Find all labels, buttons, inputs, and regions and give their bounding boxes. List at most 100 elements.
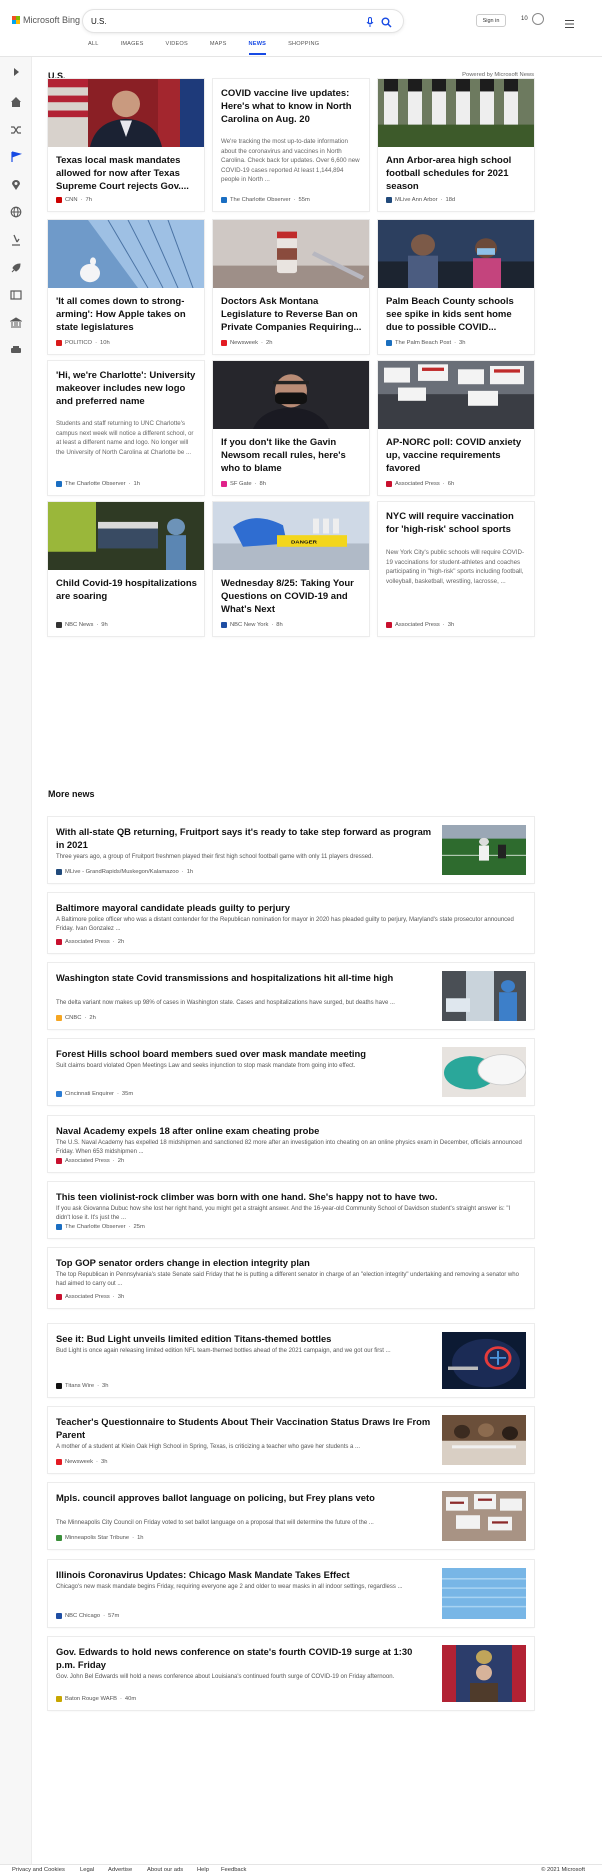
location-icon[interactable] (10, 178, 22, 190)
footer-link-legal[interactable]: Legal (80, 1867, 94, 1873)
story-card[interactable]: If you don't like the Gavin Newsom recal… (213, 361, 369, 495)
news-title[interactable]: Washington state Covid transmissions and… (56, 971, 432, 984)
story-image[interactable]: DANGER (213, 502, 369, 570)
story-title[interactable]: 'Hi, we're Charlotte': University makeov… (56, 369, 198, 408)
news-source[interactable]: CNBC · 2h (56, 1015, 96, 1021)
bing-logo[interactable]: Microsoft Bing (12, 15, 80, 25)
more-news-item[interactable]: Top GOP senator orders change in electio… (48, 1248, 534, 1308)
story-title[interactable]: NYC will require vaccination for 'high-r… (386, 510, 528, 536)
news-source[interactable]: Cincinnati Enquirer · 35m (56, 1091, 133, 1097)
more-news-item[interactable]: Forest Hills school board members sued o… (48, 1039, 534, 1105)
more-news-item[interactable]: See it: Bud Light unveils limited editio… (48, 1324, 534, 1397)
news-thumbnail[interactable] (442, 1491, 526, 1541)
story-card[interactable]: 'It all comes down to strong-arming': Ho… (48, 220, 204, 354)
story-source[interactable]: The Palm Beach Post · 3h (386, 340, 465, 346)
story-image[interactable] (378, 79, 534, 147)
tab-all[interactable]: ALL (88, 41, 99, 55)
news-source[interactable]: MLive - GrandRapids/Muskegon/Kalamazoo · 1… (56, 869, 193, 875)
tab-images[interactable]: IMAGES (121, 41, 144, 55)
expand-rail-icon[interactable] (10, 65, 22, 77)
story-card[interactable]: NYC will require vaccination for 'high-r… (378, 502, 534, 636)
footer-link-help[interactable]: Help (197, 1867, 209, 1873)
story-card[interactable]: DANGER Wednesday 8/25: Taking Your Questi… (213, 502, 369, 636)
story-image[interactable] (48, 220, 204, 289)
powered-by-label[interactable]: Powered by Microsoft News (462, 72, 534, 78)
story-image[interactable] (48, 502, 204, 570)
story-source[interactable]: MLive Ann Arbor · 18d (386, 197, 455, 203)
story-card[interactable]: Palm Beach County schools see spike in k… (378, 220, 534, 354)
tab-news[interactable]: NEWS (248, 41, 267, 55)
news-title[interactable]: This teen violinist-rock climber was bor… (56, 1190, 524, 1203)
globe-icon[interactable] (10, 205, 22, 218)
news-thumbnail[interactable] (442, 825, 526, 875)
news-title[interactable]: Teacher's Questionnaire to Students Abou… (56, 1415, 432, 1441)
more-news-item[interactable]: Naval Academy expels 18 after online exa… (48, 1116, 534, 1172)
news-source[interactable]: Baton Rouge WAFB · 40m (56, 1696, 136, 1702)
shuffle-icon[interactable] (10, 123, 22, 135)
story-source[interactable]: Associated Press · 6h (386, 481, 454, 487)
news-source[interactable]: Associated Press · 3h (56, 1294, 124, 1300)
story-card[interactable]: Doctors Ask Montana Legislature to Rever… (213, 220, 369, 354)
bank-icon[interactable] (9, 316, 23, 328)
news-thumbnail[interactable] (442, 1568, 526, 1619)
hamburger-menu-icon[interactable] (565, 15, 574, 33)
news-title[interactable]: Mpls. council approves ballot language o… (56, 1491, 432, 1504)
more-news-item[interactable]: Gov. Edwards to hold news conference on … (48, 1637, 534, 1710)
story-source[interactable]: NBC News · 9h (56, 622, 108, 628)
more-news-item[interactable]: Teacher's Questionnaire to Students Abou… (48, 1407, 534, 1473)
news-title[interactable]: See it: Bud Light unveils limited editio… (56, 1332, 432, 1345)
news-thumbnail[interactable] (442, 1645, 526, 1702)
story-image[interactable] (378, 220, 534, 288)
news-thumbnail[interactable] (442, 1047, 527, 1097)
news-source[interactable]: Minneapolis Star Tribune · 1h (56, 1535, 144, 1541)
news-title[interactable]: Gov. Edwards to hold news conference on … (56, 1645, 432, 1671)
more-news-item[interactable]: Baltimore mayoral candidate pleads guilt… (48, 893, 534, 953)
story-source[interactable]: SF Gate · 8h (221, 481, 266, 487)
story-card[interactable]: Texas local mask mandates allowed for no… (48, 79, 204, 211)
more-news-item[interactable]: Mpls. council approves ballot language o… (48, 1483, 534, 1549)
rocket-icon[interactable] (10, 261, 22, 273)
film-icon[interactable] (10, 288, 22, 300)
sign-in-button[interactable]: Sign in (476, 14, 506, 27)
story-title[interactable]: Ann Arbor-area high school football sche… (386, 154, 528, 193)
more-news-item[interactable]: Illinois Coronavirus Updates: Chicago Ma… (48, 1560, 534, 1627)
news-source[interactable]: Associated Press · 2h (56, 1158, 124, 1164)
news-title[interactable]: Illinois Coronavirus Updates: Chicago Ma… (56, 1568, 432, 1581)
news-thumbnail[interactable] (442, 1415, 526, 1465)
rewards-points[interactable]: 10 (521, 16, 528, 22)
story-card[interactable]: AP-NORC poll: COVID anxiety up, vaccine … (378, 361, 534, 495)
microphone-icon[interactable] (366, 15, 374, 33)
tab-maps[interactable]: MAPS (210, 41, 227, 55)
news-source[interactable]: NBC Chicago · 57m (56, 1613, 119, 1619)
news-title[interactable]: Forest Hills school board members sued o… (56, 1047, 432, 1060)
tab-videos[interactable]: VIDEOS (166, 41, 188, 55)
story-card[interactable]: 'Hi, we're Charlotte': University makeov… (48, 361, 204, 495)
home-icon[interactable] (10, 95, 22, 107)
news-title[interactable]: Baltimore mayoral candidate pleads guilt… (56, 901, 524, 914)
more-news-item[interactable]: With all-state QB returning, Fruitport s… (48, 817, 534, 883)
car-icon[interactable] (10, 343, 22, 355)
story-title[interactable]: 'It all comes down to strong-arming': Ho… (56, 295, 198, 334)
story-source[interactable]: Newsweek · 2h (221, 340, 272, 346)
story-source[interactable]: CNN · 7h (56, 197, 92, 203)
news-thumbnail[interactable] (442, 971, 526, 1021)
search-input[interactable] (91, 16, 361, 26)
story-image[interactable] (378, 361, 534, 429)
story-source[interactable]: The Charlotte Observer · 1h (56, 481, 140, 487)
story-image[interactable] (213, 361, 369, 429)
news-source[interactable]: Titans Wire · 3h (56, 1383, 109, 1389)
story-source[interactable]: NBC New York · 8h (221, 622, 283, 628)
story-source[interactable]: Associated Press · 3h (386, 622, 454, 628)
story-title[interactable]: Texas local mask mandates allowed for no… (56, 154, 198, 193)
story-title[interactable]: Child Covid-19 hospitalizations are soar… (56, 577, 198, 603)
story-image[interactable] (213, 220, 369, 288)
search-icon[interactable] (381, 15, 392, 33)
footer-link-feedback[interactable]: Feedback (221, 1867, 246, 1873)
footer-link-about-our-ads[interactable]: About our ads (147, 1867, 183, 1873)
tab-shopping[interactable]: SHOPPING (288, 41, 319, 55)
story-title[interactable]: Doctors Ask Montana Legislature to Rever… (221, 295, 363, 334)
flag-icon[interactable] (10, 150, 23, 162)
story-title[interactable]: Wednesday 8/25: Taking Your Questions on… (221, 577, 363, 616)
story-source[interactable]: POLITICO · 10h (56, 340, 110, 346)
story-title[interactable]: AP-NORC poll: COVID anxiety up, vaccine … (386, 436, 528, 475)
